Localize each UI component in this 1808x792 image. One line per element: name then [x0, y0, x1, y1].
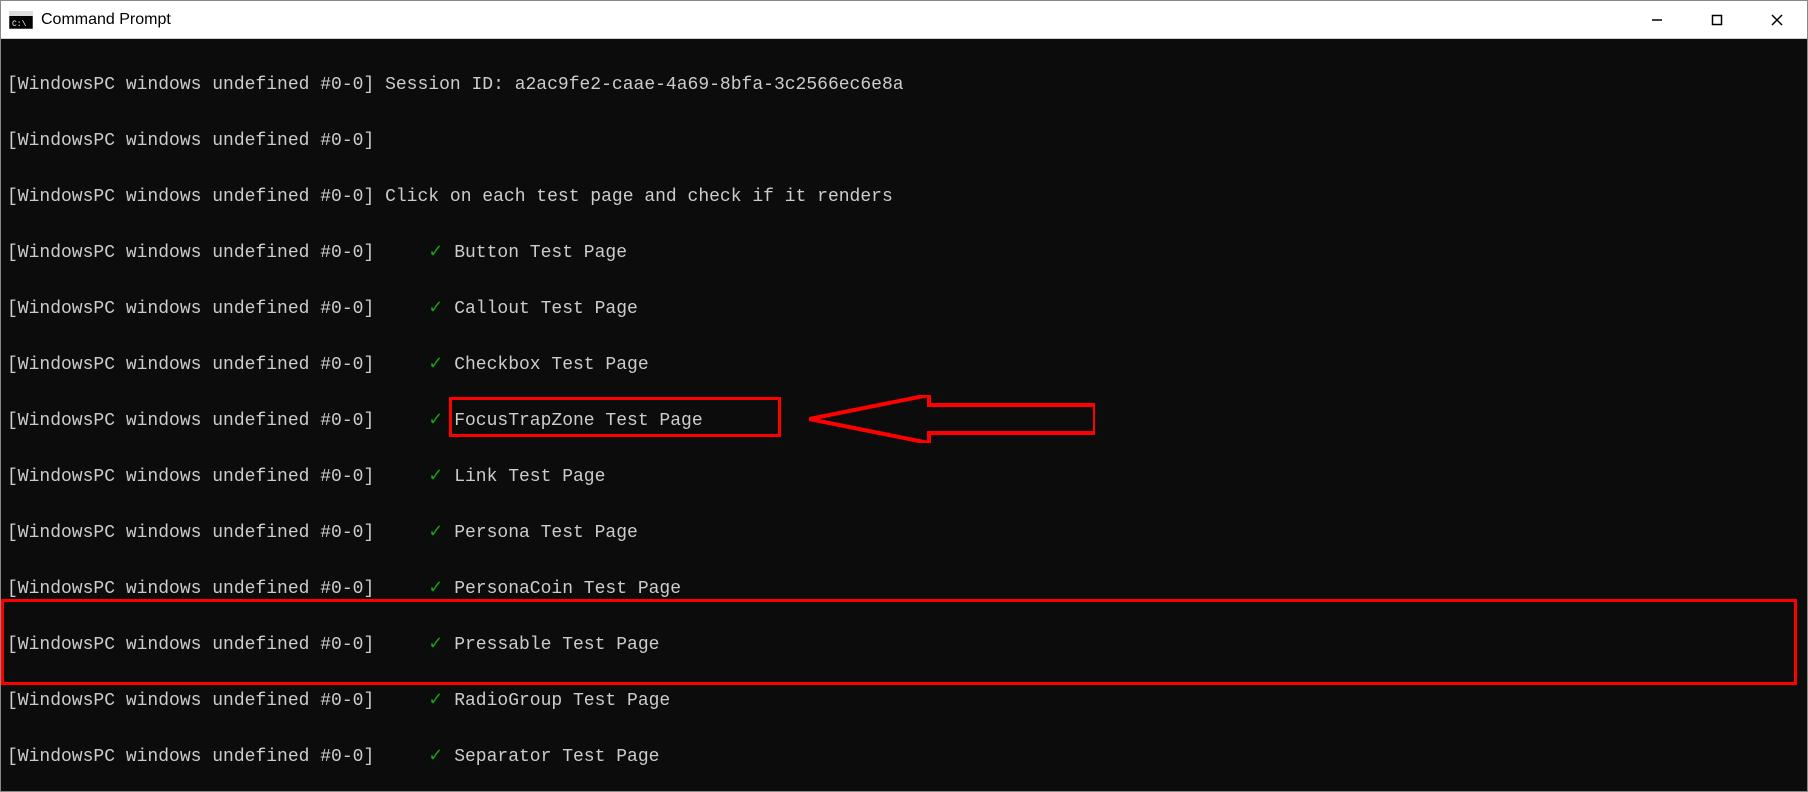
test-result-line: [WindowsPC windows undefined #0-0] ✓ Cal…: [7, 295, 1801, 323]
terminal-output[interactable]: [WindowsPC windows undefined #0-0] Sessi…: [1, 39, 1807, 791]
test-result-line: [WindowsPC windows undefined #0-0] ✓ Pre…: [7, 631, 1801, 659]
minimize-button[interactable]: [1627, 1, 1687, 38]
test-result-line: [WindowsPC windows undefined #0-0] ✓ Per…: [7, 519, 1801, 547]
session-line: [WindowsPC windows undefined #0-0] Sessi…: [7, 71, 1801, 99]
test-result-line: [WindowsPC windows undefined #0-0] ✓ Sep…: [7, 743, 1801, 771]
prefix-line: [WindowsPC windows undefined #0-0]: [7, 127, 1801, 155]
test-result-line: [WindowsPC windows undefined #0-0] ✓ But…: [7, 239, 1801, 267]
command-prompt-window: C:\ Command Prompt [WindowsPC windows un…: [0, 0, 1808, 792]
cmd-icon: C:\: [9, 10, 33, 30]
close-button[interactable]: [1747, 1, 1807, 38]
maximize-button[interactable]: [1687, 1, 1747, 38]
test-result-line: [WindowsPC windows undefined #0-0] ✓ Per…: [7, 575, 1801, 603]
suite-title-line: [WindowsPC windows undefined #0-0] Click…: [7, 183, 1801, 211]
test-result-line: [WindowsPC windows undefined #0-0] ✓ Foc…: [7, 407, 1801, 435]
titlebar[interactable]: C:\ Command Prompt: [1, 1, 1807, 39]
window-controls: [1627, 1, 1807, 38]
svg-text:C:\: C:\: [12, 20, 27, 29]
test-result-line: [WindowsPC windows undefined #0-0] ✓ Lin…: [7, 463, 1801, 491]
test-result-line: [WindowsPC windows undefined #0-0] ✓ Rad…: [7, 687, 1801, 715]
test-result-line: [WindowsPC windows undefined #0-0] ✓ Che…: [7, 351, 1801, 379]
window-title: Command Prompt: [41, 11, 1627, 29]
